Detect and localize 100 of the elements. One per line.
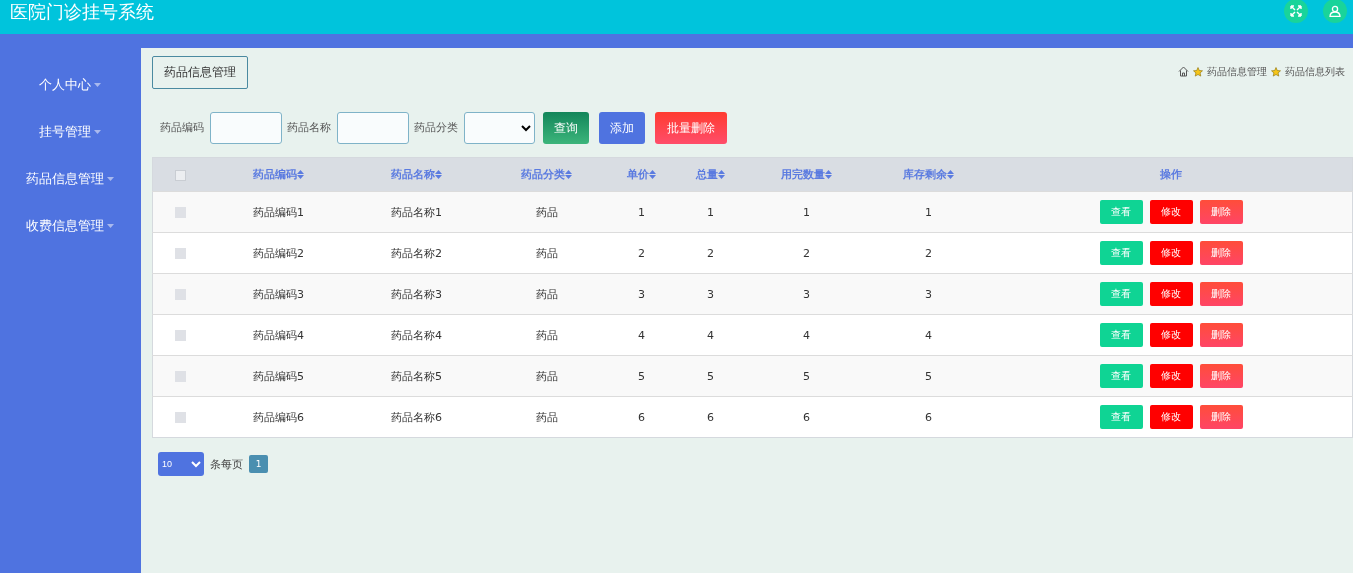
view-button[interactable]: 查看 (1099, 364, 1143, 388)
column-header[interactable]: 药品编码 (253, 168, 297, 181)
table-cell: 1 (925, 205, 932, 219)
table-cell: 药品编码3 (253, 287, 304, 301)
home-icon[interactable] (1178, 66, 1189, 77)
delete-button[interactable]: 删除 (1199, 282, 1243, 306)
fullscreen-icon[interactable] (1284, 0, 1308, 23)
checkbox[interactable] (175, 371, 187, 382)
caret-icon (94, 82, 101, 87)
table-cell: 药品名称4 (391, 328, 442, 342)
add-button[interactable]: 添加 (599, 112, 645, 144)
sort-icon[interactable] (435, 170, 442, 179)
user-icon[interactable] (1323, 0, 1347, 23)
input-field[interactable] (337, 112, 409, 144)
sort-icon[interactable] (825, 170, 832, 179)
table-cell: 4 (707, 328, 714, 342)
table-cell: 6 (925, 410, 932, 424)
caret-icon (107, 223, 114, 228)
table-cell: 药品编码5 (253, 369, 304, 383)
sidebar-item[interactable]: 收费信息管理 (26, 202, 114, 249)
table-cell: 药品编码4 (253, 328, 304, 342)
breadcrumb-item[interactable]: 药品信息管理 (1207, 66, 1267, 79)
table-cell: 4 (638, 328, 645, 342)
table-cell: 药品编码2 (253, 246, 304, 260)
batch-delete-button[interactable]: 批量删除 (655, 112, 727, 144)
column-header[interactable]: 库存剩余 (903, 168, 947, 181)
table-cell: 3 (707, 287, 714, 301)
table-cell: 5 (638, 369, 645, 383)
column-header[interactable]: 用完数量 (781, 168, 825, 181)
checkbox[interactable] (175, 248, 187, 259)
table-cell: 6 (803, 410, 810, 424)
delete-button[interactable]: 删除 (1199, 405, 1243, 429)
field-label: 药品分类 (414, 121, 458, 135)
table-cell: 1 (803, 205, 810, 219)
table-cell: 药品名称2 (391, 246, 442, 260)
delete-button[interactable]: 删除 (1199, 241, 1243, 265)
table-cell: 药品 (535, 369, 558, 383)
column-header[interactable]: 总量 (696, 168, 718, 181)
sidebar-item[interactable]: 药品信息管理 (26, 155, 114, 202)
caret-icon (107, 176, 114, 181)
delete-button[interactable]: 删除 (1199, 200, 1243, 224)
page-tag: 药品信息管理 (152, 56, 248, 89)
delete-button[interactable]: 删除 (1199, 323, 1243, 347)
table-cell: 药品 (535, 205, 558, 219)
sort-icon[interactable] (565, 170, 572, 179)
table-cell: 2 (638, 246, 645, 260)
edit-button[interactable]: 修改 (1149, 323, 1193, 347)
table-cell: 5 (925, 369, 932, 383)
table-cell: 1 (638, 205, 645, 219)
checkbox[interactable] (175, 330, 187, 341)
delete-button[interactable]: 删除 (1199, 364, 1243, 388)
table-cell: 药品 (535, 287, 558, 301)
column-header: 操作 (1160, 168, 1183, 181)
table-cell: 药品 (535, 410, 558, 424)
sort-icon[interactable] (297, 170, 304, 179)
star-icon (1193, 66, 1203, 77)
sidebar-item[interactable]: 挂号管理 (39, 108, 101, 155)
input-field[interactable] (210, 112, 282, 144)
edit-button[interactable]: 修改 (1149, 200, 1193, 224)
breadcrumb-item[interactable]: 药品信息列表 (1285, 66, 1345, 79)
query-button[interactable]: 查询 (543, 112, 589, 144)
table-cell: 1 (707, 205, 714, 219)
sort-icon[interactable] (947, 170, 954, 179)
caret-icon (94, 129, 101, 134)
page-size-select[interactable]: 10 (158, 452, 204, 476)
page-button[interactable]: 1 (249, 455, 268, 473)
edit-button[interactable]: 修改 (1149, 364, 1193, 388)
column-header[interactable]: 药品分类 (521, 168, 565, 181)
view-button[interactable]: 查看 (1099, 282, 1143, 306)
view-button[interactable]: 查看 (1099, 405, 1143, 429)
table-cell: 药品 (535, 246, 558, 260)
checkbox[interactable] (175, 289, 187, 300)
view-button[interactable]: 查看 (1099, 241, 1143, 265)
table-cell: 药品 (535, 328, 558, 342)
edit-button[interactable]: 修改 (1149, 405, 1193, 429)
category-select[interactable] (464, 112, 535, 144)
sort-icon[interactable] (718, 170, 725, 179)
edit-button[interactable]: 修改 (1149, 241, 1193, 265)
table-cell: 药品编码1 (253, 205, 304, 219)
checkbox[interactable] (175, 169, 187, 181)
view-button[interactable]: 查看 (1099, 200, 1143, 224)
table-cell: 4 (925, 328, 932, 342)
view-button[interactable]: 查看 (1099, 323, 1143, 347)
table-cell: 药品名称6 (391, 410, 442, 424)
checkbox[interactable] (175, 412, 187, 423)
table-cell: 5 (803, 369, 810, 383)
field-label: 药品名称 (287, 121, 331, 135)
table-cell: 6 (707, 410, 714, 424)
column-header[interactable]: 药品名称 (391, 168, 435, 181)
table-cell: 3 (638, 287, 645, 301)
star-icon (1271, 66, 1281, 77)
checkbox[interactable] (175, 207, 187, 218)
table-cell: 3 (803, 287, 810, 301)
edit-button[interactable]: 修改 (1149, 282, 1193, 306)
column-header[interactable]: 单价 (627, 168, 649, 181)
field-label: 药品编码 (160, 121, 204, 135)
sort-icon[interactable] (649, 170, 656, 179)
table-cell: 4 (803, 328, 810, 342)
table-cell: 6 (638, 410, 645, 424)
sidebar-item[interactable]: 个人中心 (39, 61, 101, 108)
